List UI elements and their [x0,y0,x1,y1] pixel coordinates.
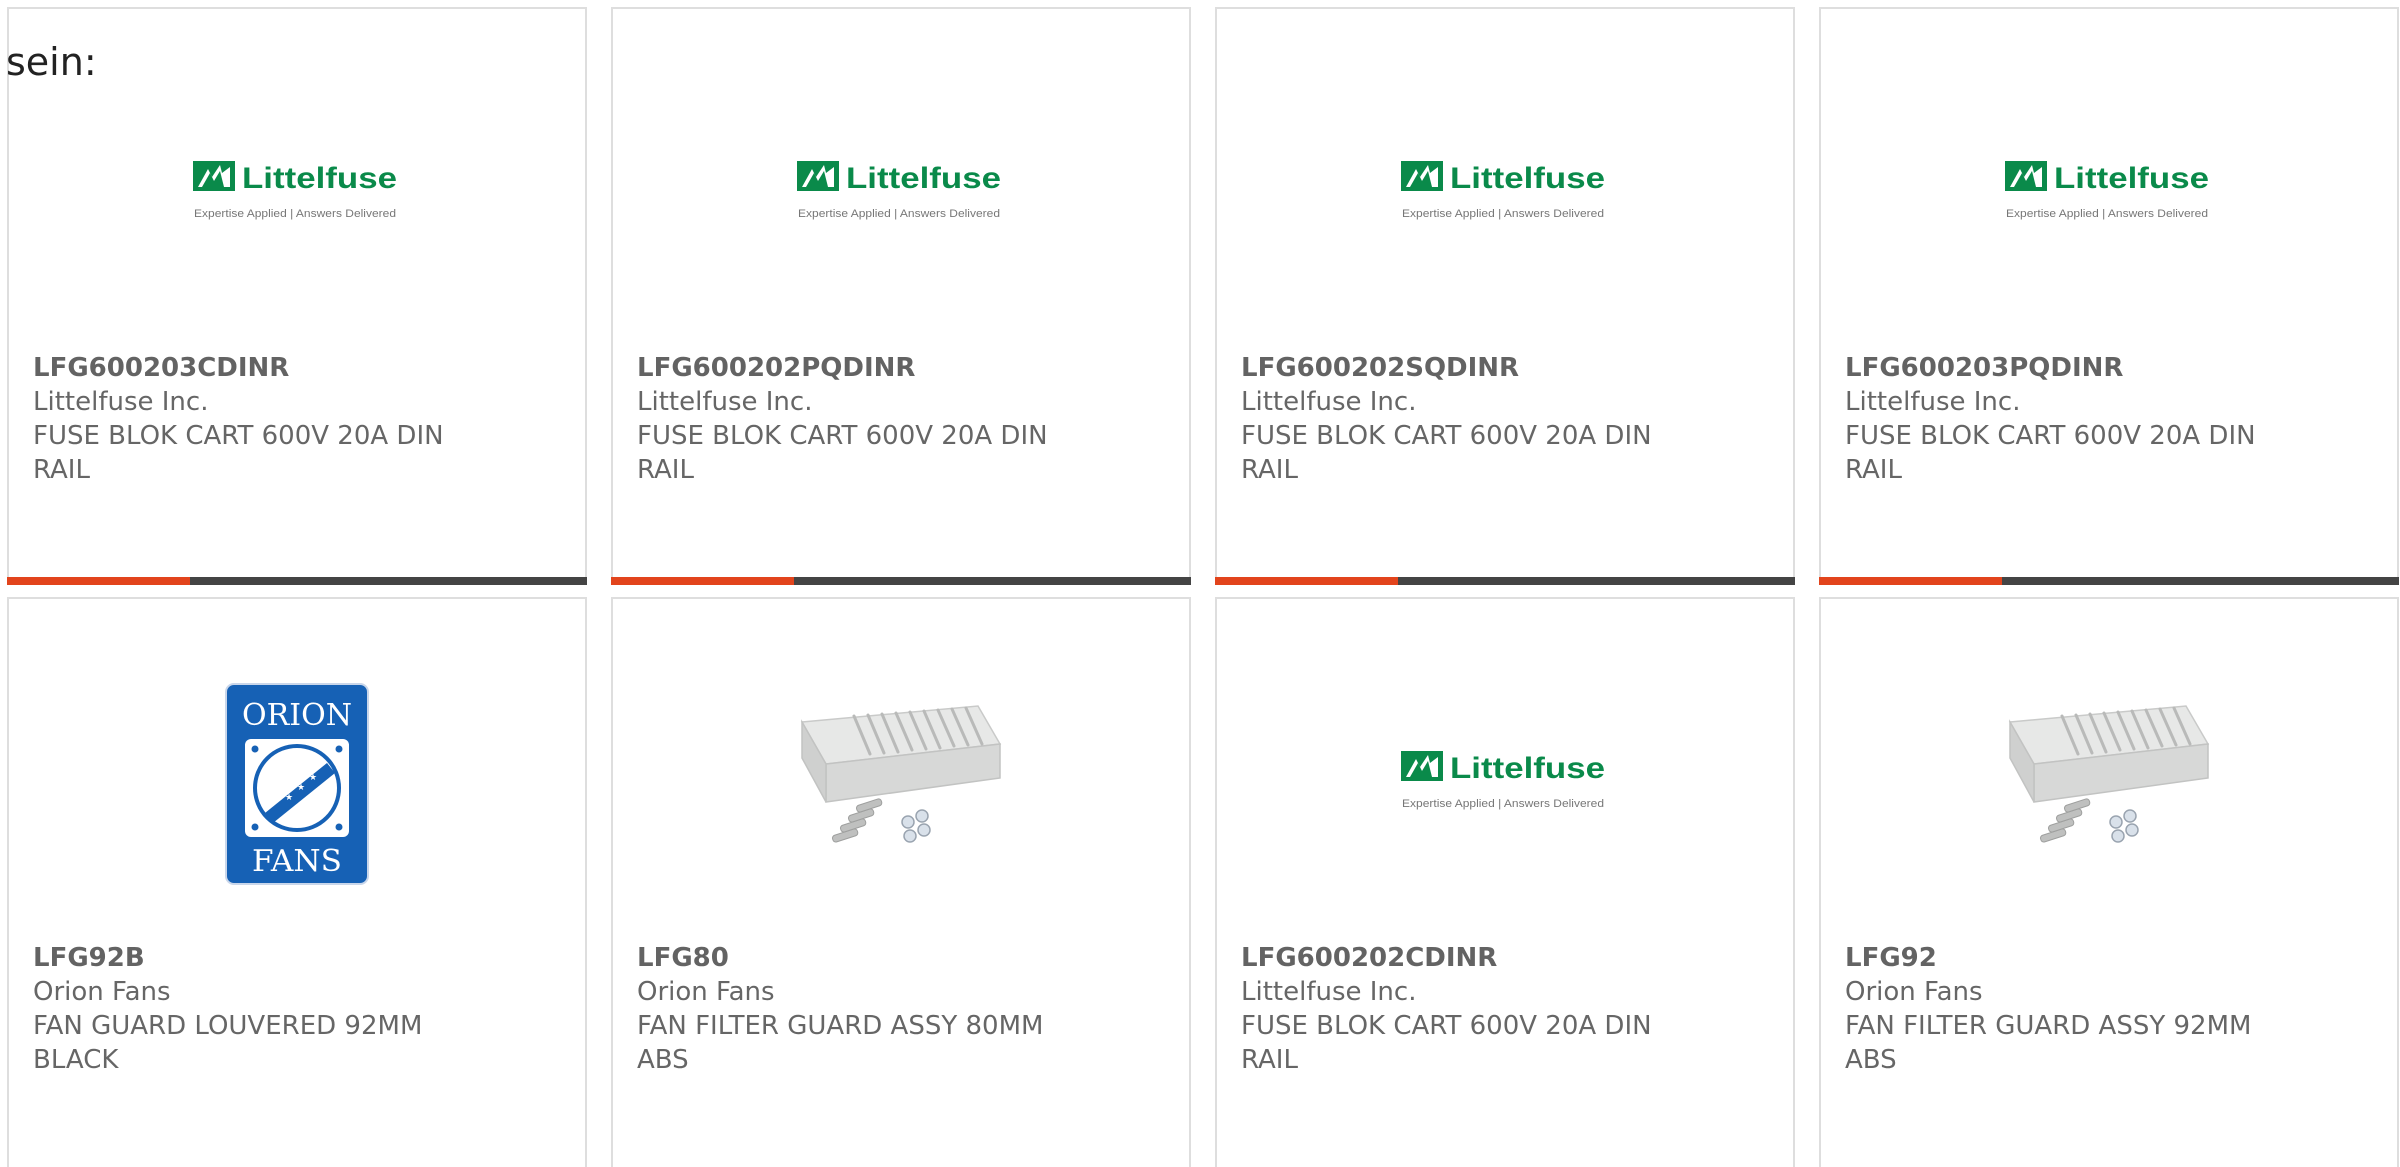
card-footer-bar [611,577,1191,585]
product-info: LFG80 Orion Fans FAN FILTER GUARD ASSY 80M… [637,941,1067,1077]
littelfuse-logo: Littelfuse Expertise Applied | Answers D… [1401,751,1605,810]
product-grid: Littelfuse Expertise Applied | Answers D… [7,7,2399,1167]
card-accent-stripe [1215,577,1398,585]
orion-fans-logo: ORION ★ ★ ★ FANS [225,683,369,885]
svg-text:★: ★ [309,773,317,783]
product-card[interactable]: Littelfuse Expertise Applied | Answers D… [611,7,1191,585]
card-accent-stripe [611,577,794,585]
svg-text:Littelfuse: Littelfuse [1450,752,1605,785]
fan-filter-guard-image [800,705,1002,843]
svg-text:Littelfuse: Littelfuse [2054,162,2209,195]
product-description: FUSE BLOK CART 600V 20A DIN RAIL [33,421,444,485]
manufacturer-name: Littelfuse Inc. [1845,387,2021,417]
littelfuse-logo: Littelfuse Expertise Applied | Answers D… [797,161,1001,220]
manufacturer-name: Littelfuse Inc. [1241,387,1417,417]
svg-text:★: ★ [285,793,293,803]
product-description: FAN FILTER GUARD ASSY 92MM ABS [1845,1011,2252,1075]
svg-text:Littelfuse: Littelfuse [242,162,397,195]
svg-text:Expertise Applied | Answers De: Expertise Applied | Answers Delivered [798,208,1000,220]
svg-text:FANS: FANS [252,844,342,879]
product-description: FAN FILTER GUARD ASSY 80MM ABS [637,1011,1044,1075]
manufacturer-name: Littelfuse Inc. [33,387,209,417]
card-footer-bar [1819,577,2399,585]
product-image[interactable]: Littelfuse Expertise Applied | Answers D… [613,49,1189,339]
product-image[interactable]: Littelfuse Expertise Applied | Answers D… [1217,639,1793,929]
product-description: FUSE BLOK CART 600V 20A DIN RAIL [1241,1011,1652,1075]
product-card[interactable]: Littelfuse Expertise Applied | Answers D… [1215,597,1795,1167]
product-info: LFG92 Orion Fans FAN FILTER GUARD ASSY 92M… [1845,941,2275,1077]
svg-text:Expertise Applied | Answers De: Expertise Applied | Answers Delivered [194,208,396,220]
manufacturer-name: Littelfuse Inc. [1241,977,1417,1007]
product-info: LFG92B Orion Fans FAN GUARD LOUVERED 92MM … [33,941,463,1077]
product-card[interactable]: ORION ★ ★ ★ FANS LFG92B Orion Fans FAN GUA… [7,597,587,1167]
product-info: LFG600203CDINR Littelfuse Inc. FUSE BLOK C… [33,351,463,487]
product-image[interactable]: Littelfuse Expertise Applied | Answers D… [9,49,585,339]
manufacturer-name: Orion Fans [637,977,775,1007]
manufacturer-name: Orion Fans [33,977,171,1007]
svg-text:★: ★ [297,783,305,793]
manufacturer-name: Littelfuse Inc. [637,387,813,417]
product-image[interactable]: ORION ★ ★ ★ FANS [9,639,585,929]
part-number-link[interactable]: LFG600202SQDINR [1241,351,1671,385]
card-accent-stripe [7,577,190,585]
svg-text:Expertise Applied | Answers De: Expertise Applied | Answers Delivered [2006,208,2208,220]
part-number-link[interactable]: LFG92 [1845,941,2275,975]
card-accent-stripe [1819,577,2002,585]
card-footer-bar [1215,577,1795,585]
littelfuse-logo: Littelfuse Expertise Applied | Answers D… [1401,161,1605,220]
svg-text:Littelfuse: Littelfuse [1450,162,1605,195]
product-card[interactable]: Littelfuse Expertise Applied | Answers D… [1215,7,1795,585]
product-image[interactable]: Littelfuse Expertise Applied | Answers D… [1217,49,1793,339]
part-number-link[interactable]: LFG92B [33,941,463,975]
product-image[interactable]: Littelfuse Expertise Applied | Answers D… [1821,49,2397,339]
card-footer-bar [7,577,587,585]
product-image[interactable] [613,639,1189,929]
part-number-link[interactable]: LFG600202CDINR [1241,941,1671,975]
product-card[interactable]: Littelfuse Expertise Applied | Answers D… [1819,7,2399,585]
product-info: LFG600203PQDINR Littelfuse Inc. FUSE BLOK … [1845,351,2275,487]
svg-text:Expertise Applied | Answers De: Expertise Applied | Answers Delivered [1402,208,1604,220]
product-description: FAN GUARD LOUVERED 92MM BLACK [33,1011,423,1075]
product-description: FUSE BLOK CART 600V 20A DIN RAIL [637,421,1048,485]
product-description: FUSE BLOK CART 600V 20A DIN RAIL [1241,421,1652,485]
overlay-text: sein: [6,40,97,84]
part-number-link[interactable]: LFG600203CDINR [33,351,463,385]
part-number-link[interactable]: LFG600202PQDINR [637,351,1067,385]
product-image[interactable] [1821,639,2397,929]
part-number-link[interactable]: LFG600203PQDINR [1845,351,2275,385]
manufacturer-name: Orion Fans [1845,977,1983,1007]
product-info: LFG600202CDINR Littelfuse Inc. FUSE BLOK C… [1241,941,1671,1077]
product-results-page: sein: Littelfuse Expertise Applied | Ans… [0,0,2400,1167]
product-card[interactable]: LFG92 Orion Fans FAN FILTER GUARD ASSY 92M… [1819,597,2399,1167]
product-card[interactable]: LFG80 Orion Fans FAN FILTER GUARD ASSY 80M… [611,597,1191,1167]
product-info: LFG600202SQDINR Littelfuse Inc. FUSE BLOK … [1241,351,1671,487]
part-number-link[interactable]: LFG80 [637,941,1067,975]
svg-text:Expertise Applied | Answers De: Expertise Applied | Answers Delivered [1402,798,1604,810]
littelfuse-logo: Littelfuse Expertise Applied | Answers D… [2005,161,2209,220]
svg-text:Littelfuse: Littelfuse [846,162,1001,195]
product-card[interactable]: Littelfuse Expertise Applied | Answers D… [7,7,587,585]
littelfuse-logo: Littelfuse Expertise Applied | Answers D… [193,161,397,220]
fan-filter-guard-image [2008,705,2210,843]
product-info: LFG600202PQDINR Littelfuse Inc. FUSE BLOK … [637,351,1067,487]
svg-text:ORION: ORION [242,698,352,733]
product-description: FUSE BLOK CART 600V 20A DIN RAIL [1845,421,2256,485]
